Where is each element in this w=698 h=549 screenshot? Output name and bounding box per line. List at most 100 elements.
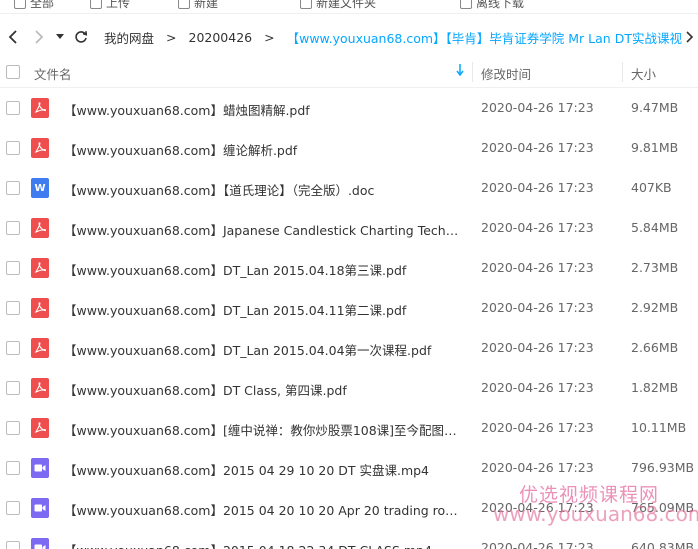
row-checkbox[interactable] [6, 341, 20, 355]
file-list: 【www.youxuan68.com】蜡烛图精解.pdf 2020-04-26 1… [0, 88, 698, 549]
file-row[interactable]: 【www.youxuan68.com】缠论解析.pdf 2020-04-26 17… [0, 128, 698, 168]
chevron-right-icon [35, 30, 44, 44]
row-checkbox[interactable] [6, 181, 20, 195]
file-row[interactable]: 【www.youxuan68.com】DT_Lan 2015.04.18第三课.… [0, 248, 698, 288]
column-divider[interactable] [472, 62, 473, 82]
toolbar-item-upload[interactable]: 上传 [90, 0, 130, 11]
file-name[interactable]: 【www.youxuan68.com】DT Class, 第四课.pdf [64, 380, 464, 399]
navigation-bar: 我的网盘 > 20200426 > 【www.youxuan68.com】【毕肯… [0, 18, 698, 56]
upload-icon [90, 0, 102, 9]
history-dropdown-button[interactable] [52, 22, 68, 52]
video-icon [31, 538, 49, 549]
pdf-icon [31, 338, 49, 358]
column-header-name[interactable]: 文件名 [34, 64, 72, 83]
video-icon [31, 458, 49, 478]
row-checkbox[interactable] [6, 461, 20, 475]
select-all-checkbox[interactable] [6, 65, 20, 79]
row-checkbox[interactable] [6, 381, 20, 395]
file-name[interactable]: 【www.youxuan68.com】DT_Lan 2015.04.11第二课.… [64, 300, 464, 319]
file-row[interactable]: 【www.youxuan68.com】DT_Lan 2015.04.11第二课.… [0, 288, 698, 328]
folder-icon [300, 0, 312, 9]
file-row[interactable]: W 【www.youxuan68.com】【道氏理论】（完全版）.doc 2020-… [0, 168, 698, 208]
checkbox-icon [14, 0, 26, 9]
top-toolbar: 全部 上传 新建 新建文件夹 离线下载 [0, 0, 698, 14]
file-name[interactable]: 【www.youxuan68.com】2015 04 29 10 20 DT 实… [64, 460, 464, 479]
row-checkbox[interactable] [6, 301, 20, 315]
back-button[interactable] [0, 22, 26, 52]
column-header-time[interactable]: 修改时间 [481, 64, 531, 83]
file-name[interactable]: 【www.youxuan68.com】DT_Lan 2015.04.18第三课.… [64, 260, 464, 279]
row-checkbox[interactable] [6, 421, 20, 435]
breadcrumb-folder[interactable]: 20200426 [185, 30, 257, 45]
file-modified-time: 2020-04-26 17:23 [481, 380, 594, 395]
file-name[interactable]: 【www.youxuan68.com】DT_Lan 2015.04.04第一次课… [64, 340, 464, 359]
sort-arrow-icon[interactable] [456, 64, 464, 79]
file-modified-time: 2020-04-26 17:23 [481, 180, 594, 195]
file-modified-time: 2020-04-26 17:23 [481, 300, 594, 315]
row-checkbox[interactable] [6, 261, 20, 275]
pdf-icon [31, 418, 49, 438]
file-row[interactable]: 【www.youxuan68.com】2015 04 18 22 34 DT C… [0, 528, 698, 549]
word-doc-icon: W [31, 178, 49, 198]
file-row[interactable]: 【www.youxuan68.com】蜡烛图精解.pdf 2020-04-26 1… [0, 88, 698, 128]
file-list-header: 文件名 修改时间 大小 [0, 56, 698, 88]
file-modified-time: 2020-04-26 17:23 [481, 100, 594, 115]
row-checkbox[interactable] [6, 101, 20, 115]
file-name[interactable]: 【www.youxuan68.com】缠论解析.pdf [64, 140, 464, 159]
row-checkbox[interactable] [6, 541, 20, 549]
file-name[interactable]: 【www.youxuan68.com】[缠中说禅：教你炒股票108课]至今配图最… [64, 420, 464, 439]
file-row[interactable]: 【www.youxuan68.com】2015 04 29 10 20 DT 实… [0, 448, 698, 488]
breadcrumb-current[interactable]: 【www.youxuan68.com】【毕肯】毕肯证券学院 Mr Lan DT实… [283, 28, 698, 47]
chevron-left-icon [8, 30, 17, 44]
file-size: 9.81MB [631, 140, 679, 155]
column-divider[interactable] [622, 62, 623, 82]
file-row[interactable]: 【www.youxuan68.com】DT Class, 第四课.pdf 2020… [0, 368, 698, 408]
toolbar-item-all[interactable]: 全部 [14, 0, 54, 11]
pdf-icon [31, 138, 49, 158]
refresh-icon [75, 31, 88, 43]
row-checkbox[interactable] [6, 501, 20, 515]
file-name[interactable]: 【www.youxuan68.com】蜡烛图精解.pdf [64, 100, 464, 119]
caret-down-icon [56, 34, 64, 39]
toolbar-item-new[interactable]: 新建 [178, 0, 218, 11]
video-icon [31, 498, 49, 518]
breadcrumb-separator: > [264, 29, 275, 45]
file-size: 5.84MB [631, 220, 679, 235]
pdf-icon [31, 258, 49, 278]
file-row[interactable]: 【www.youxuan68.com】Japanese Candlestick … [0, 208, 698, 248]
breadcrumb-root[interactable]: 我的网盘 [100, 28, 158, 47]
file-modified-time: 2020-04-26 17:23 [481, 420, 594, 435]
file-name[interactable]: 【www.youxuan68.com】2015 04 18 22 34 DT C… [64, 540, 464, 549]
file-size: 2.92MB [631, 300, 679, 315]
pdf-icon [31, 378, 49, 398]
file-size: 640.83MB [631, 540, 695, 549]
chevron-right-icon [686, 31, 694, 43]
file-modified-time: 2020-04-26 17:23 [481, 500, 594, 515]
file-size: 407KB [631, 180, 672, 195]
breadcrumb-separator: > [166, 29, 177, 45]
file-row[interactable]: 【www.youxuan68.com】[缠中说禅：教你炒股票108课]至今配图最… [0, 408, 698, 448]
pdf-icon [31, 218, 49, 238]
toolbar-item-new-folder[interactable]: 新建文件夹 [300, 0, 376, 11]
file-modified-time: 2020-04-26 17:23 [481, 140, 594, 155]
row-checkbox[interactable] [6, 221, 20, 235]
file-size: 1.82MB [631, 380, 679, 395]
file-modified-time: 2020-04-26 17:23 [481, 540, 594, 549]
file-row[interactable]: 【www.youxuan68.com】2015 04 20 10 20 Apr … [0, 488, 698, 528]
refresh-button[interactable] [68, 22, 94, 52]
file-name[interactable]: 【www.youxuan68.com】【道氏理论】（完全版）.doc [64, 180, 464, 199]
toolbar-item-offline[interactable]: 离线下载 [460, 0, 524, 11]
file-modified-time: 2020-04-26 17:23 [481, 260, 594, 275]
file-size: 796.93MB [631, 460, 695, 475]
breadcrumb-more-button[interactable] [682, 18, 694, 56]
pdf-icon [31, 298, 49, 318]
forward-button[interactable] [26, 22, 52, 52]
row-checkbox[interactable] [6, 141, 20, 155]
file-name[interactable]: 【www.youxuan68.com】Japanese Candlestick … [64, 220, 464, 239]
column-header-size[interactable]: 大小 [631, 64, 656, 83]
file-row[interactable]: 【www.youxuan68.com】DT_Lan 2015.04.04第一次课… [0, 328, 698, 368]
pdf-icon [31, 98, 49, 118]
file-size: 2.66MB [631, 340, 679, 355]
file-modified-time: 2020-04-26 17:23 [481, 340, 594, 355]
file-name[interactable]: 【www.youxuan68.com】2015 04 20 10 20 Apr … [64, 500, 464, 519]
